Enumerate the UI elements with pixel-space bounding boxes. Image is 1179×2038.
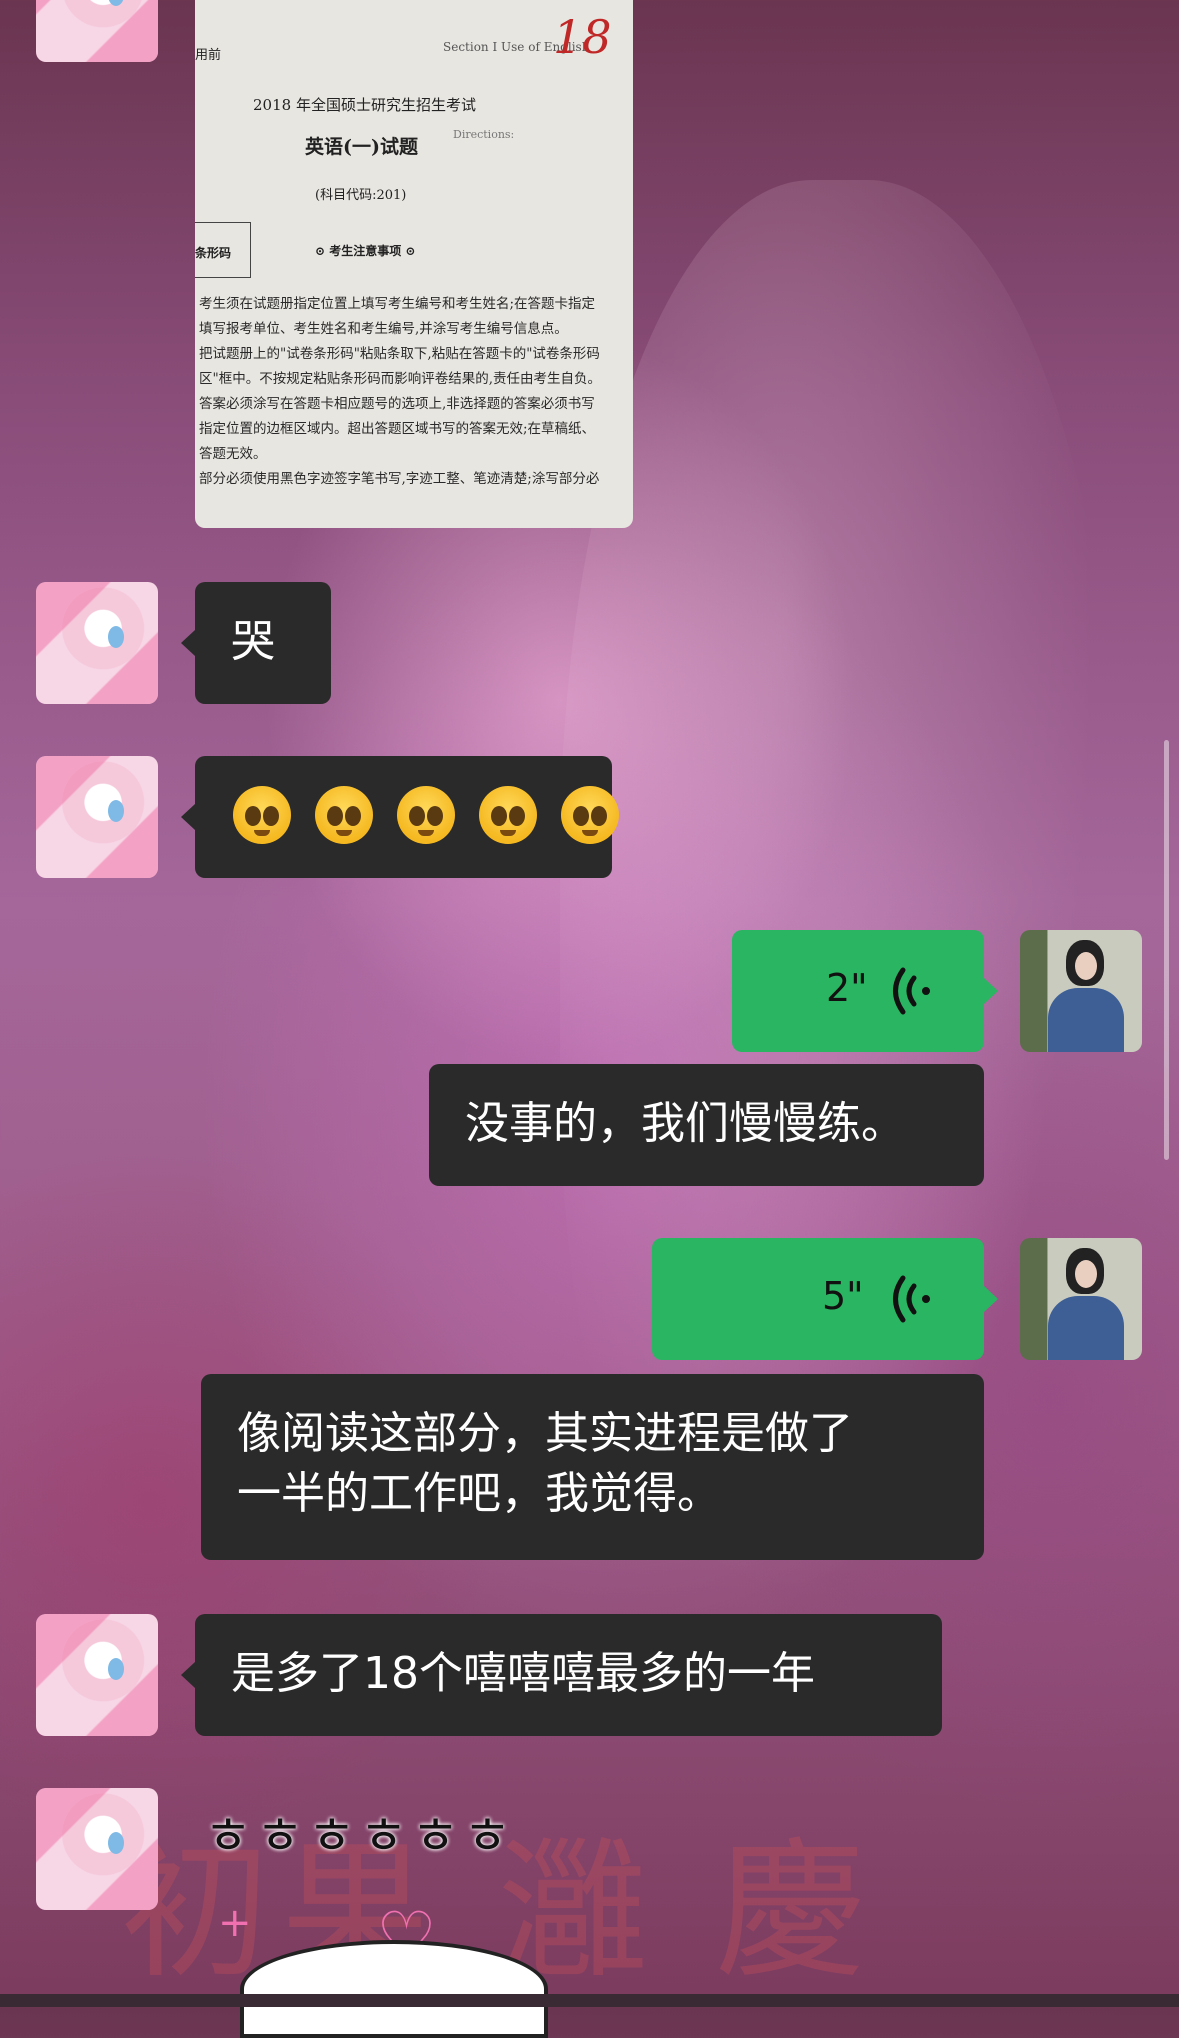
voice-duration: 2": [826, 966, 868, 1010]
voice-transcription-bubble[interactable]: 没事的，我们慢慢练。: [429, 1064, 984, 1186]
exam-body: 考生须在试题册指定位置上填写考生编号和考生姓名;在答题卡指定 填写报考单位、考生…: [199, 292, 601, 492]
handwritten-number: 18: [553, 10, 612, 64]
exam-body-line: 指定位置的边框区域内。超出答题区域书写的答案无效;在草稿纸、: [199, 421, 596, 437]
emoji-row: [233, 786, 619, 844]
exam-directions: Directions:: [453, 128, 515, 141]
bottom-edge: [0, 1994, 1179, 2007]
avatar-contact[interactable]: [36, 582, 158, 704]
avatar-contact[interactable]: [36, 1788, 158, 1910]
exam-body-line: 把试题册上的"试卷条形码"粘贴条取下,粘贴在答题卡的"试卷条形码: [199, 346, 600, 362]
pleading-face-emoji: [479, 786, 537, 844]
exam-barcode-box: [195, 222, 251, 278]
pleading-face-emoji: [561, 786, 619, 844]
transcription-line: 像阅读这部分，其实进程是做了: [237, 1408, 853, 1459]
exam-notice-heading: ⊙ 考生注意事项 ⊙: [315, 244, 416, 258]
sticker-text: ㅎㅎㅎㅎㅎㅎ: [204, 1807, 516, 1867]
voice-message-bubble[interactable]: [652, 1238, 984, 1360]
pleading-face-emoji: [315, 786, 373, 844]
exam-body-line: 答案必须涂写在答题卡相应题号的选项上,非选择题的答案必须书写: [199, 396, 595, 412]
message-bubble-incoming[interactable]: 哭: [195, 582, 331, 704]
avatar-contact[interactable]: [36, 756, 158, 878]
bubble-tail: [984, 1286, 998, 1312]
exam-body-line: 答题无效。: [199, 446, 267, 462]
exam-body-line: 填写报考单位、考生姓名和考生编号,并涂写考生编号信息点。: [199, 321, 568, 337]
scrollbar[interactable]: [1164, 740, 1169, 1160]
bubble-tail: [181, 1662, 195, 1688]
sticker-message[interactable]: ㅎㅎㅎㅎㅎㅎ + ♡: [200, 1790, 620, 2038]
bunny-character: [240, 1940, 548, 2038]
voice-transcription-bubble[interactable]: 像阅读这部分，其实进程是做了 一半的工作吧，我觉得。: [201, 1374, 984, 1560]
image-message-exam-paper[interactable]: 用前 Section I Use of English Directions: …: [195, 0, 633, 528]
pleading-face-emoji: [233, 786, 291, 844]
avatar-contact[interactable]: [36, 1614, 158, 1736]
exam-body-line: 区"框中。不按规定粘贴条形码而影响评卷结果的,责任由考生自负。: [199, 371, 601, 387]
exam-body-line: 部分必须使用黑色字迹签字笔书写,字迹工整、笔迹清楚;涂写部分必: [199, 471, 600, 487]
avatar-contact[interactable]: [36, 0, 158, 62]
bubble-tail: [181, 804, 195, 830]
avatar-self[interactable]: [1020, 1238, 1142, 1360]
transcription-line: 一半的工作吧，我觉得。: [237, 1468, 721, 1519]
sparkle-icon: +: [218, 1900, 252, 1946]
exam-subject-code: (科目代码:201): [315, 188, 407, 203]
message-bubble-incoming[interactable]: 是多了18个嘻嘻嘻最多的一年: [195, 1614, 942, 1736]
bubble-tail: [984, 978, 998, 1004]
exam-subject-title: 英语(一)试题: [305, 136, 418, 158]
voice-wave-icon: [893, 967, 930, 1015]
exam-title-line: 2018 年全国硕士研究生招生考试: [253, 96, 476, 114]
exam-notice-text: 考生注意事项: [329, 244, 402, 258]
avatar-self[interactable]: [1020, 930, 1142, 1052]
exam-body-line: 考生须在试题册指定位置上填写考生编号和考生姓名;在答题卡指定: [199, 296, 596, 312]
voice-wave-icon: [893, 1275, 930, 1323]
pleading-face-emoji: [397, 786, 455, 844]
voice-duration: 5": [822, 1274, 864, 1318]
bubble-tail: [181, 630, 195, 656]
exam-top-left: 用前: [195, 48, 222, 63]
